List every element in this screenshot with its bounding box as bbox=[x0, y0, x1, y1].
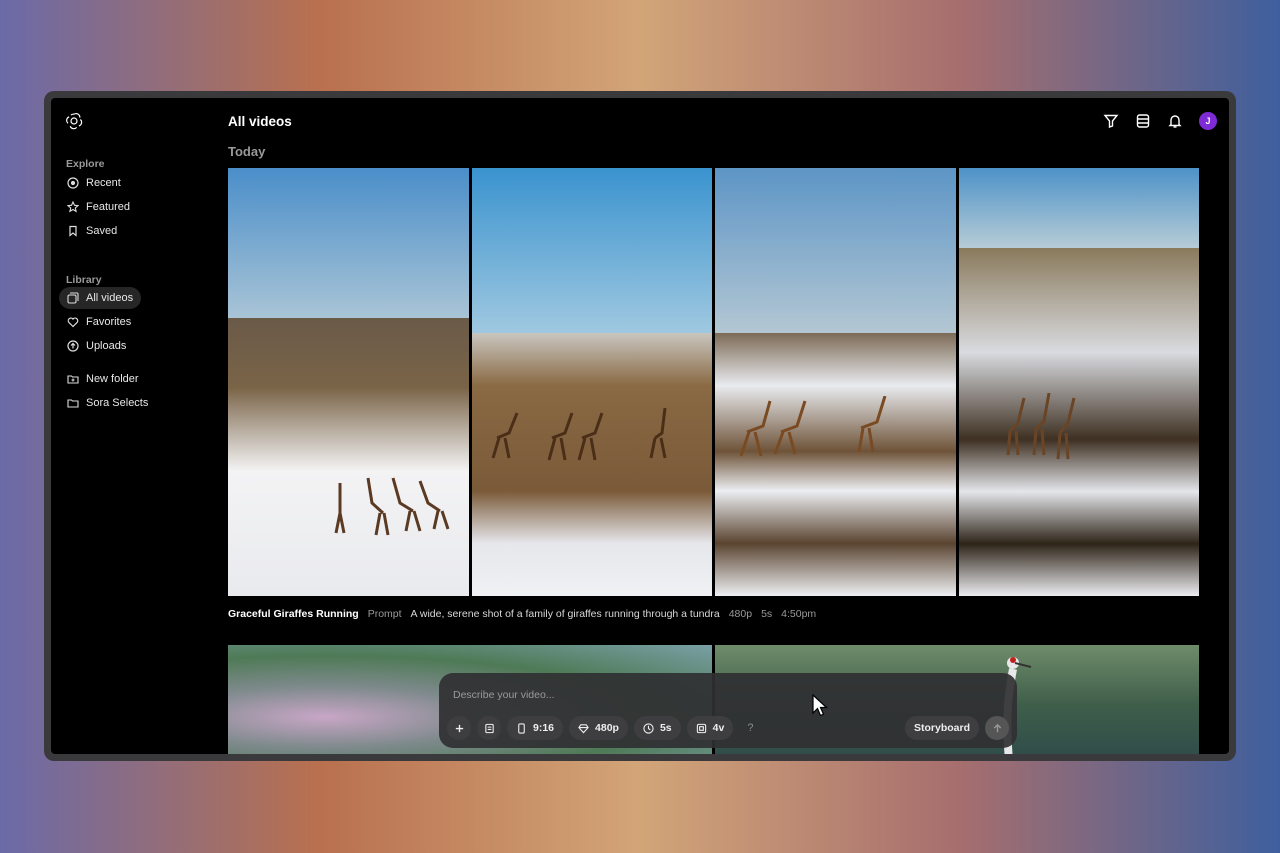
page-title: All videos bbox=[228, 114, 292, 129]
bookmark-icon bbox=[69, 225, 77, 237]
giraffes-image bbox=[739, 396, 887, 457]
mouse-cursor-icon bbox=[812, 694, 829, 717]
variations-icon bbox=[696, 723, 706, 733]
add-button[interactable] bbox=[447, 716, 471, 740]
sidebar-item-label: New folder bbox=[86, 373, 139, 385]
sidebar-item-label: Sora Selects bbox=[86, 397, 149, 409]
clock-icon bbox=[643, 722, 654, 734]
sidebar-item-label: Featured bbox=[86, 201, 131, 213]
sidebar-item-recent[interactable]: Recent bbox=[59, 172, 129, 194]
app-logo-icon[interactable] bbox=[65, 112, 83, 130]
upload-icon bbox=[67, 340, 79, 352]
app-window: Explore Recent Featured Saved Library Al… bbox=[51, 98, 1229, 754]
preset-icon bbox=[484, 723, 494, 733]
giraffes-image bbox=[334, 477, 450, 536]
clock-icon bbox=[67, 177, 79, 189]
arrow-up-icon bbox=[993, 723, 1001, 732]
explore-section-label: Explore bbox=[66, 158, 105, 170]
video-thumbnail[interactable] bbox=[958, 168, 1199, 596]
duration-button[interactable]: 5s bbox=[633, 716, 681, 740]
resolution-button[interactable]: 480p bbox=[569, 716, 628, 740]
sidebar-item-saved[interactable]: Saved bbox=[59, 220, 125, 242]
heart-icon bbox=[67, 317, 79, 328]
filter-icon[interactable] bbox=[1103, 113, 1119, 129]
help-button[interactable]: ? bbox=[747, 722, 753, 734]
sidebar-item-sora-selects[interactable]: Sora Selects bbox=[59, 392, 156, 414]
star-icon bbox=[67, 201, 79, 213]
aspect-ratio-value: 9:16 bbox=[533, 722, 555, 734]
composer-right-actions: Storyboard bbox=[904, 716, 1009, 740]
sidebar-item-favorites[interactable]: Favorites bbox=[59, 311, 139, 333]
diamond-icon bbox=[578, 723, 589, 733]
video-grid bbox=[228, 168, 1199, 596]
sidebar: Explore Recent Featured Saved Library Al… bbox=[51, 98, 221, 754]
prompt-label: Prompt bbox=[367, 608, 402, 620]
prompt-input[interactable]: Describe your video... bbox=[453, 689, 555, 701]
bell-icon[interactable] bbox=[1167, 113, 1183, 129]
sidebar-item-label: All videos bbox=[86, 292, 134, 304]
sidebar-item-new-folder[interactable]: New folder bbox=[59, 368, 147, 390]
list-view-icon[interactable] bbox=[1135, 113, 1151, 129]
video-thumbnail[interactable] bbox=[228, 168, 469, 596]
storyboard-label: Storyboard bbox=[913, 722, 970, 734]
plus-icon bbox=[455, 724, 463, 732]
storyboard-button[interactable]: Storyboard bbox=[904, 716, 979, 740]
avatar[interactable]: J bbox=[1199, 112, 1217, 130]
group-date-label: Today bbox=[228, 144, 266, 159]
videos-icon bbox=[67, 292, 79, 304]
video-thumbnail[interactable] bbox=[471, 168, 712, 596]
device-frame: Explore Recent Featured Saved Library Al… bbox=[44, 91, 1236, 761]
sidebar-item-label: Saved bbox=[86, 225, 118, 237]
sidebar-item-all-videos[interactable]: All videos bbox=[59, 287, 142, 309]
prompt-text: A wide, serene shot of a family of giraf… bbox=[410, 608, 720, 620]
duration-meta: 5s bbox=[761, 608, 773, 620]
folder-icon bbox=[67, 399, 79, 408]
variations-button[interactable]: 4v bbox=[686, 716, 734, 740]
video-caption: Graceful Giraffes Running Prompt A wide,… bbox=[228, 608, 816, 620]
presets-button[interactable] bbox=[477, 716, 501, 740]
time-meta: 4:50pm bbox=[781, 608, 817, 620]
video-thumbnail[interactable] bbox=[715, 168, 956, 596]
composer-controls: 9:16 480p 5s 4v ? bbox=[447, 716, 753, 740]
giraffes-image bbox=[1006, 393, 1075, 460]
sidebar-item-uploads[interactable]: Uploads bbox=[59, 335, 134, 357]
variations-value: 4v bbox=[712, 722, 725, 734]
resolution-value: 480p bbox=[595, 722, 619, 734]
prompt-composer: Describe your video... 9:16 480p 5s 4v ?… bbox=[439, 673, 1017, 748]
sidebar-item-label: Uploads bbox=[86, 340, 127, 352]
giraffes-image bbox=[491, 408, 666, 461]
sidebar-item-label: Recent bbox=[86, 177, 121, 189]
resolution-meta: 480p bbox=[728, 608, 753, 620]
submit-button[interactable] bbox=[985, 716, 1009, 740]
aspect-ratio-button[interactable]: 9:16 bbox=[507, 716, 564, 740]
library-section-label: Library bbox=[66, 274, 102, 286]
duration-value: 5s bbox=[659, 722, 672, 734]
video-title[interactable]: Graceful Giraffes Running bbox=[228, 608, 359, 620]
portrait-icon bbox=[518, 722, 525, 734]
sidebar-item-label: Favorites bbox=[86, 316, 132, 328]
new-folder-icon bbox=[67, 375, 79, 384]
header-actions: J bbox=[1103, 112, 1217, 130]
sidebar-item-featured[interactable]: Featured bbox=[59, 196, 138, 218]
